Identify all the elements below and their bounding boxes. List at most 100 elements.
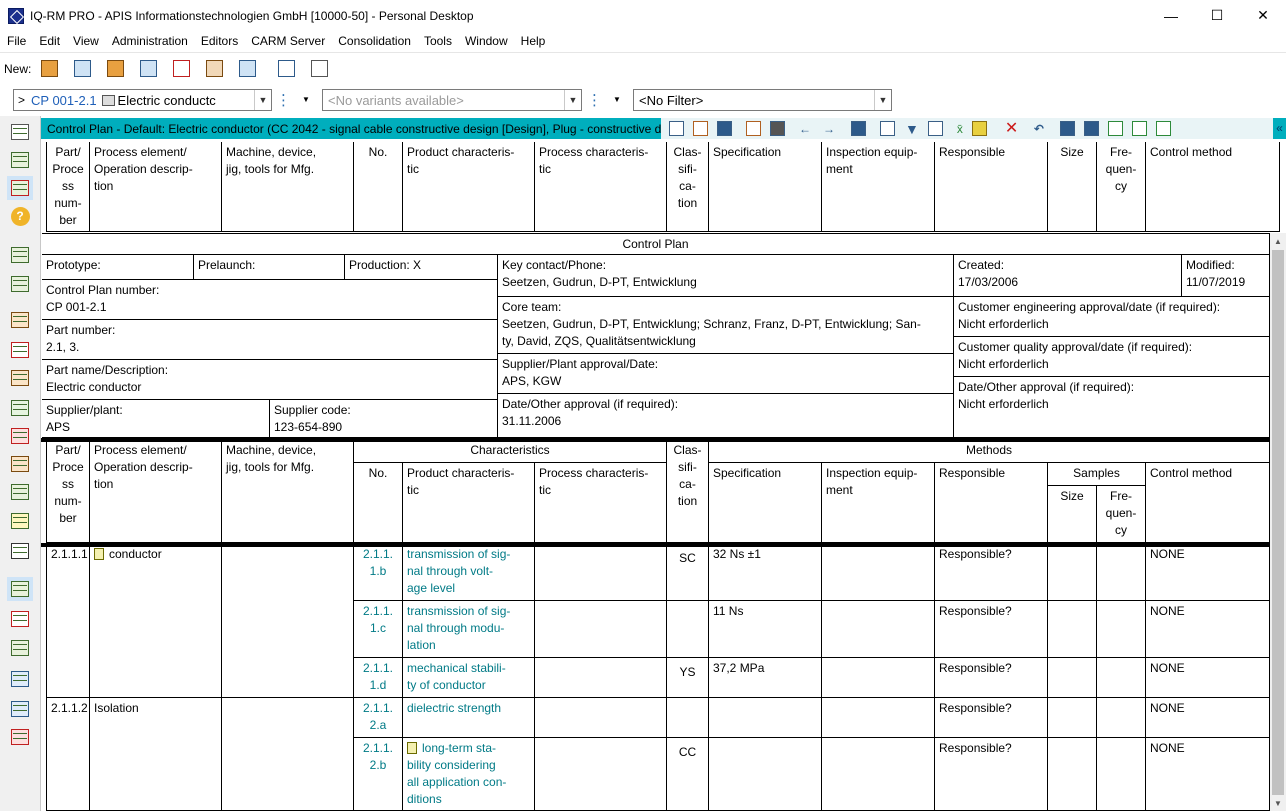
search-button[interactable] — [136, 57, 160, 81]
form-button[interactable] — [274, 57, 298, 81]
delete-doc-button[interactable] — [169, 57, 193, 81]
row-control-method[interactable]: NONE — [1146, 601, 1270, 658]
hierarchy-dropdown-icon[interactable]: ▼ — [302, 95, 310, 104]
function-net-button[interactable] — [7, 452, 33, 476]
row-product-characteristic[interactable]: dielectric strength — [403, 698, 535, 738]
marker-icon[interactable] — [971, 121, 987, 136]
group-machine[interactable] — [222, 698, 354, 811]
print-preview-icon[interactable] — [746, 121, 761, 136]
indent-icon[interactable] — [1107, 121, 1123, 136]
outdent-icon[interactable] — [1131, 121, 1147, 136]
row-frequency[interactable] — [1097, 601, 1146, 658]
menu-window[interactable]: Window — [458, 34, 514, 48]
fmea-form-button[interactable] — [7, 480, 33, 504]
col-inspection[interactable]: Inspection equip- ment — [822, 142, 935, 232]
col-no[interactable]: No. — [354, 142, 403, 232]
row-responsible[interactable]: Responsible? — [935, 738, 1048, 811]
row-process-characteristic[interactable] — [535, 544, 667, 601]
menu-editors[interactable]: Editors — [194, 34, 244, 48]
checkbox-filter-icon[interactable] — [880, 121, 895, 136]
row-no[interactable]: 2.1.1. 1.d — [354, 658, 403, 698]
menu-file[interactable]: File — [0, 34, 32, 48]
menu-help[interactable]: Help — [514, 34, 552, 48]
col-product-characteristic[interactable]: Product characteris- tic — [403, 142, 535, 232]
undo-icon[interactable]: ↶ — [1034, 122, 1044, 136]
table-delete-button[interactable] — [235, 57, 259, 81]
row-no[interactable]: 2.1.1. 2.a — [354, 698, 403, 738]
open-doc-icon[interactable] — [693, 121, 708, 136]
control-plan-sheet[interactable]: Control Plan Prototype: Prelaunch: Produ… — [41, 233, 1270, 811]
row-process-characteristic[interactable] — [535, 658, 667, 698]
list-view-icon[interactable] — [1155, 121, 1171, 136]
row-control-method[interactable]: NONE — [1146, 738, 1270, 811]
new-element-button[interactable] — [103, 57, 127, 81]
group-part-number[interactable]: 2.1.1.2 — [46, 698, 90, 811]
tree-button[interactable] — [307, 57, 331, 81]
row-frequency[interactable] — [1097, 544, 1146, 601]
lungs-button[interactable] — [7, 667, 33, 691]
menu-consolidation[interactable]: Consolidation — [331, 34, 417, 48]
collapse-panel-button[interactable]: « — [1273, 118, 1286, 139]
vertical-scrollbar[interactable]: ▲ ▼ — [1270, 233, 1286, 811]
minimize-button[interactable]: — — [1148, 0, 1194, 31]
row-product-characteristic[interactable]: transmission of sig- nal through modu- l… — [403, 601, 535, 658]
scrollbar-thumb[interactable] — [1272, 250, 1284, 795]
report-search-button[interactable] — [7, 725, 33, 749]
col-size[interactable]: Size — [1048, 142, 1097, 232]
filter-icon[interactable]: ▼ — [905, 121, 919, 137]
move-down-icon[interactable] — [1059, 121, 1075, 136]
filter-list-icon[interactable] — [927, 121, 943, 136]
group-process-element[interactable]: Isolation — [90, 698, 222, 811]
row-classification[interactable]: CC — [667, 738, 709, 811]
row-size[interactable] — [1048, 738, 1097, 811]
col-classification[interactable]: Clas- sifi- ca- tion — [667, 142, 709, 232]
row-inspection[interactable] — [822, 698, 935, 738]
row-no[interactable]: 2.1.1. 1.b — [354, 544, 403, 601]
row-specification[interactable]: 32 Ns ±1 — [709, 544, 822, 601]
maximize-button[interactable]: ☐ — [1194, 0, 1240, 31]
menu-tools[interactable]: Tools — [417, 34, 458, 48]
hierarchy-button[interactable]: ⋮ — [276, 91, 296, 109]
info-button[interactable] — [7, 697, 33, 721]
binoculars-icon[interactable] — [851, 121, 866, 136]
save-icon[interactable] — [717, 121, 732, 136]
row-size[interactable] — [1048, 698, 1097, 738]
checklist-clock-button[interactable] — [7, 272, 33, 296]
control-plan-button[interactable] — [7, 577, 33, 601]
new-doc-icon[interactable] — [669, 121, 684, 136]
arrow-left-icon[interactable]: ← — [799, 122, 811, 136]
row-inspection[interactable] — [822, 738, 935, 811]
row-classification[interactable]: SC — [667, 544, 709, 601]
delete-row-icon[interactable]: ✕ — [1005, 121, 1020, 137]
row-responsible[interactable]: Responsible? — [935, 601, 1048, 658]
failure-net-button[interactable] — [7, 424, 33, 448]
arrow-right-icon[interactable]: → — [823, 122, 835, 136]
form-list-button[interactable] — [7, 338, 33, 362]
row-responsible[interactable]: Responsible? — [935, 544, 1048, 601]
filter-dropdown-icon[interactable]: ▼ — [874, 90, 891, 110]
variant-tree-dropdown-icon[interactable]: ▼ — [613, 95, 621, 104]
lambda-button[interactable] — [7, 539, 33, 563]
fmea-edit-button[interactable] — [7, 509, 33, 533]
view-list-button[interactable] — [7, 148, 33, 172]
group-part-number[interactable]: 2.1.1.1 — [46, 544, 90, 698]
view-grid-button[interactable] — [7, 120, 33, 144]
row-size[interactable] — [1048, 601, 1097, 658]
row-process-characteristic[interactable] — [535, 738, 667, 811]
variant-select[interactable]: <No variants available> ▼ — [322, 89, 582, 111]
checklist-button[interactable] — [7, 243, 33, 267]
formula-icon[interactable]: x̄ — [957, 122, 963, 136]
row-size[interactable] — [1048, 658, 1097, 698]
row-specification[interactable] — [709, 738, 822, 811]
row-frequency[interactable] — [1097, 738, 1146, 811]
menu-administration[interactable]: Administration — [105, 34, 194, 48]
filter-select[interactable]: <No Filter> ▼ — [633, 89, 892, 111]
schedule-button[interactable] — [7, 636, 33, 660]
print-icon[interactable] — [770, 121, 785, 136]
row-product-characteristic[interactable]: transmission of sig- nal through volt- a… — [403, 544, 535, 601]
row-inspection[interactable] — [822, 601, 935, 658]
col-control-method[interactable]: Control method — [1146, 142, 1280, 232]
hierarchy-view-button[interactable] — [7, 366, 33, 390]
group-process-element[interactable]: conductor — [90, 544, 222, 698]
col-part-number[interactable]: Part/ Proce ss num- ber — [46, 142, 90, 232]
